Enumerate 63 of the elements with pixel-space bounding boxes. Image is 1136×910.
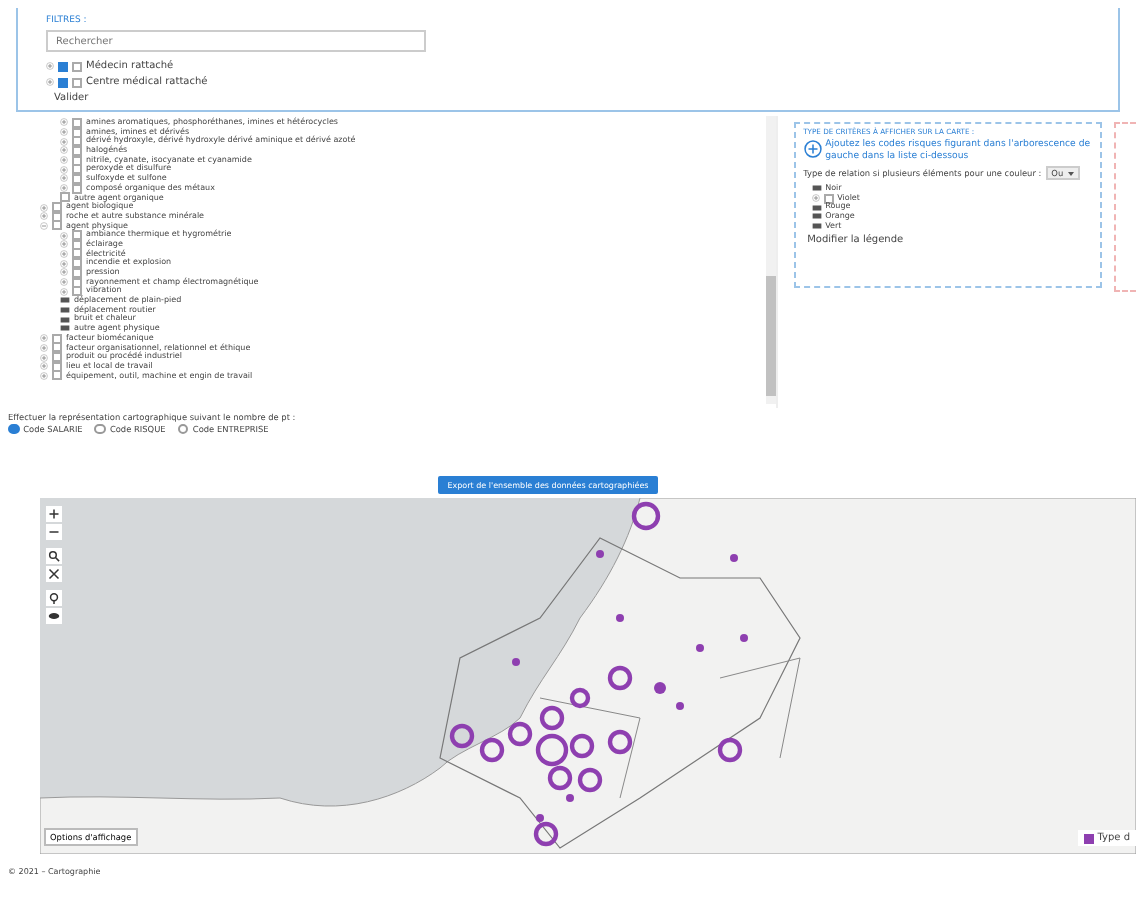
checkbox[interactable]	[72, 248, 82, 259]
pin-icon	[48, 592, 60, 604]
expand-icon[interactable]	[60, 165, 68, 174]
expand-icon[interactable]	[811, 194, 820, 203]
checkbox[interactable]	[58, 77, 68, 87]
expand-icon[interactable]	[46, 78, 54, 86]
radio-button[interactable]	[177, 423, 189, 435]
search-button[interactable]	[46, 548, 62, 564]
expand-icon[interactable]	[60, 156, 68, 165]
checkbox[interactable]	[52, 342, 62, 353]
expand-icon[interactable]	[60, 259, 68, 268]
expand-icon[interactable]	[40, 371, 48, 380]
checkbox[interactable]	[823, 193, 834, 204]
expand-icon[interactable]	[60, 174, 68, 183]
expand-icon[interactable]	[40, 334, 48, 343]
checkbox[interactable]	[72, 136, 82, 147]
expand-icon[interactable]	[60, 137, 68, 146]
checkbox[interactable]	[72, 258, 82, 269]
expand-icon[interactable]	[60, 128, 68, 137]
checkbox[interactable]	[72, 267, 82, 278]
expand-icon[interactable]	[60, 249, 68, 258]
caret-icon	[1067, 171, 1074, 175]
expand-icon[interactable]	[60, 268, 68, 277]
checkbox[interactable]	[72, 164, 82, 175]
expand-icon[interactable]	[40, 212, 48, 221]
expand-icon[interactable]	[40, 362, 48, 371]
checkbox[interactable]	[60, 192, 70, 203]
plus-icon	[48, 508, 60, 520]
checkbox[interactable]	[52, 202, 62, 213]
expand-icon[interactable]	[46, 62, 54, 70]
add-icon[interactable]	[803, 140, 822, 158]
checkbox[interactable]	[72, 183, 82, 194]
zoom-in-button[interactable]	[46, 506, 62, 522]
expand-icon[interactable]	[60, 146, 68, 155]
checkbox[interactable]	[72, 145, 82, 156]
checkbox[interactable]	[72, 77, 82, 87]
checkbox[interactable]	[72, 117, 82, 128]
expand-icon[interactable]	[60, 240, 68, 249]
checkbox[interactable]	[72, 230, 82, 241]
radio-button[interactable]	[94, 423, 106, 435]
scrollbar[interactable]	[765, 116, 776, 404]
expand-icon[interactable]	[60, 118, 68, 127]
radio-button[interactable]	[8, 423, 20, 435]
expand-icon[interactable]	[40, 203, 48, 212]
checkbox[interactable]	[72, 61, 82, 71]
minus-icon	[48, 526, 60, 538]
checkbox[interactable]	[58, 61, 68, 71]
checkbox[interactable]	[52, 352, 62, 363]
expand-icon[interactable]	[60, 287, 68, 296]
expand-icon[interactable]	[40, 353, 48, 362]
expand-icon[interactable]	[60, 278, 68, 287]
checkbox[interactable]	[72, 286, 82, 297]
checkbox[interactable]	[72, 173, 82, 184]
locate-button[interactable]	[46, 590, 62, 606]
expand-icon[interactable]	[60, 231, 68, 240]
checkbox[interactable]	[52, 370, 62, 381]
checkbox[interactable]	[52, 220, 62, 231]
expand-icon[interactable]	[60, 184, 68, 193]
zoom-out-button[interactable]	[46, 524, 62, 540]
search-icon	[48, 550, 60, 562]
legend-swatch	[1083, 833, 1094, 843]
expand-icon[interactable]	[40, 343, 48, 352]
collapse-icon[interactable]	[40, 221, 48, 230]
